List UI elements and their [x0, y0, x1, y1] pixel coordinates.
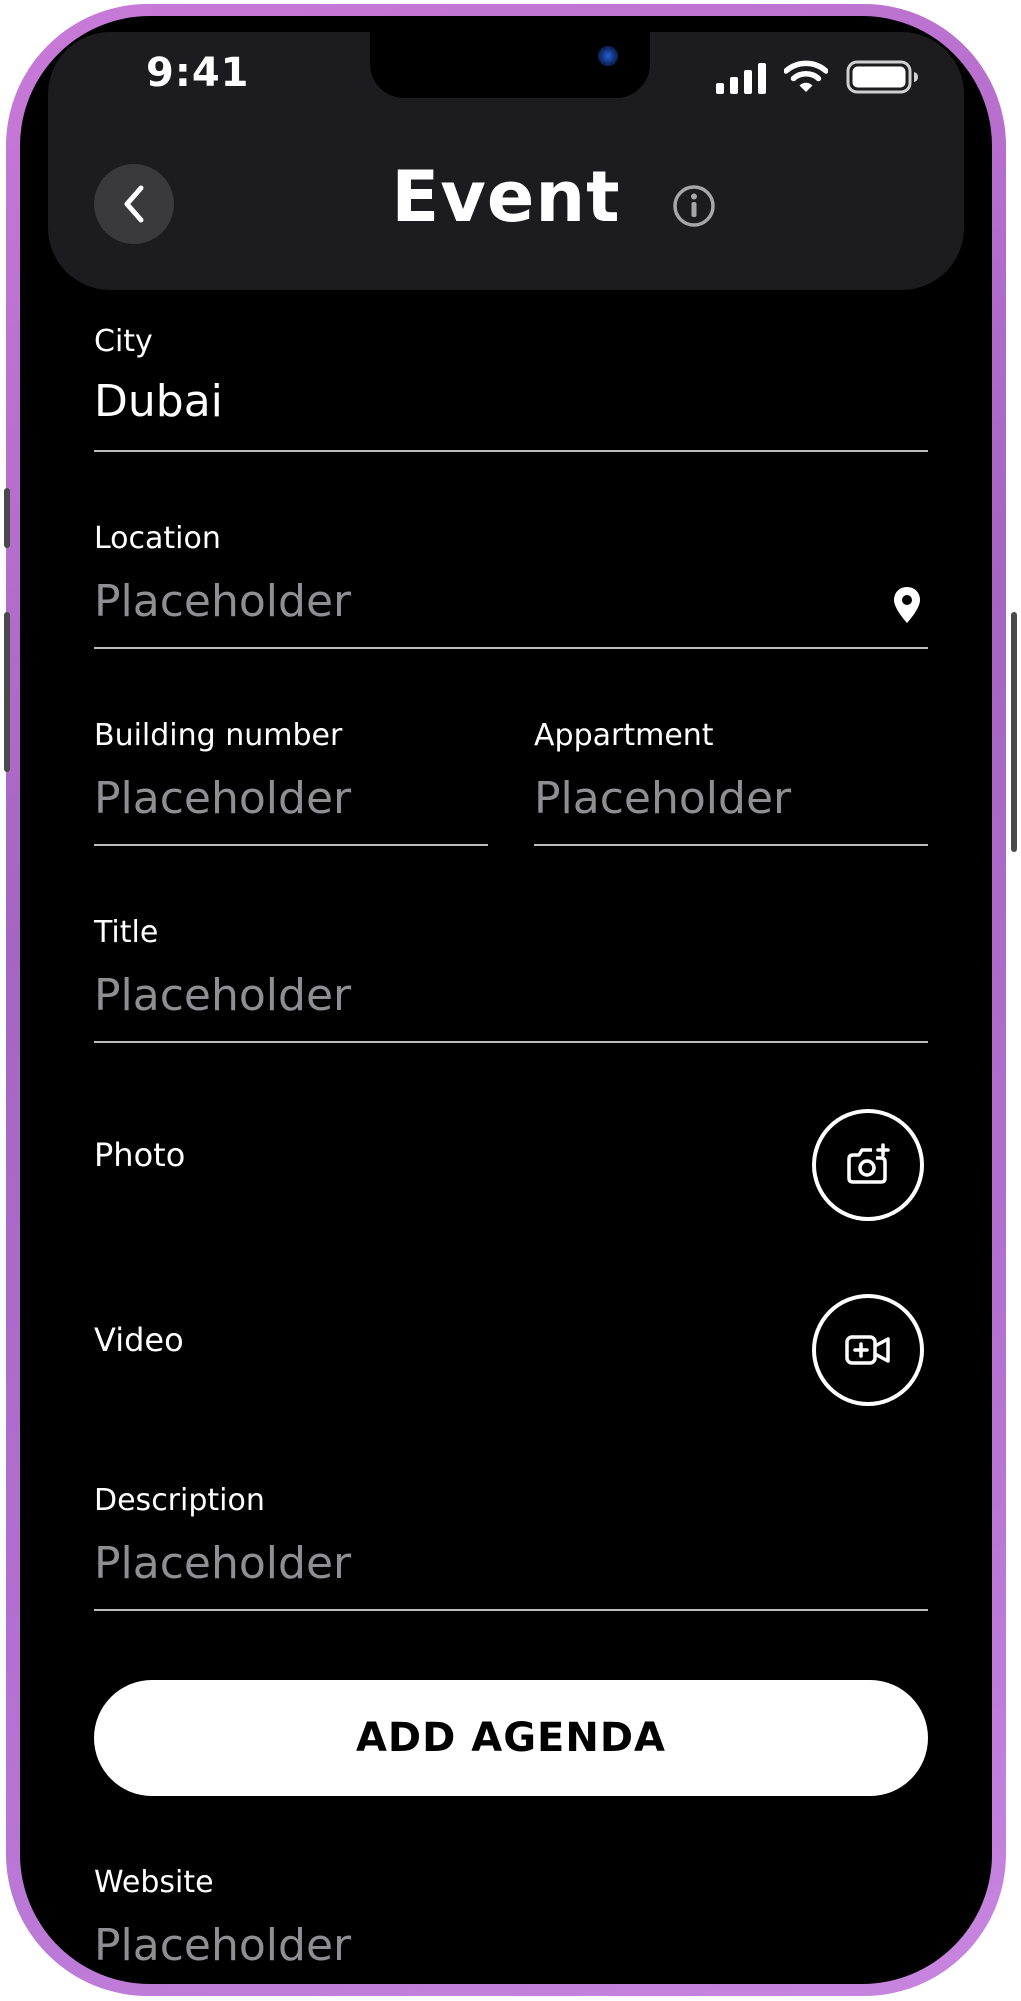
title-input[interactable] — [94, 965, 928, 1025]
front-camera — [598, 46, 618, 66]
info-icon — [673, 185, 715, 227]
description-label: Description — [94, 1483, 265, 1518]
add-video-button[interactable] — [812, 1294, 924, 1406]
side-button-power — [1011, 612, 1017, 852]
city-value[interactable]: Dubai — [94, 376, 223, 427]
status-time: 9:41 — [146, 50, 250, 96]
city-field[interactable]: City Dubai — [94, 324, 928, 452]
add-agenda-button[interactable]: ADD AGENDA — [94, 1680, 928, 1796]
app-screen: 9:41 Event City Dubai Location Placehold… — [20, 16, 992, 1984]
title-field[interactable]: Title — [94, 915, 928, 1043]
location-label: Location — [94, 521, 221, 556]
website-field[interactable]: Website — [94, 1865, 928, 1984]
location-field[interactable]: Location — [94, 521, 928, 649]
building-number-label: Building number — [94, 718, 343, 753]
apartment-field[interactable]: Appartment — [534, 718, 928, 846]
website-label: Website — [94, 1865, 214, 1900]
info-button[interactable] — [672, 184, 716, 228]
status-icons — [716, 60, 920, 94]
location-input[interactable] — [94, 571, 854, 631]
page-title: Event — [391, 156, 621, 238]
add-photo-icon — [847, 1143, 890, 1184]
location-pin-icon[interactable] — [892, 585, 922, 625]
status-bar: 9:41 — [20, 16, 992, 126]
wifi-icon — [784, 60, 828, 92]
side-button-silent — [4, 488, 10, 548]
apartment-input[interactable] — [534, 768, 928, 828]
title-label: Title — [94, 915, 159, 950]
add-video-icon — [845, 1335, 890, 1365]
side-button-volume — [4, 612, 10, 772]
website-input[interactable] — [94, 1915, 928, 1975]
cellular-signal-icon — [716, 62, 766, 94]
building-number-field[interactable]: Building number — [94, 718, 488, 846]
video-label: Video — [94, 1321, 184, 1359]
add-photo-button[interactable] — [812, 1109, 924, 1221]
battery-icon — [846, 60, 918, 94]
photo-label: Photo — [94, 1136, 186, 1174]
description-field[interactable]: Description — [94, 1483, 928, 1611]
building-number-input[interactable] — [94, 768, 488, 828]
apartment-label: Appartment — [534, 718, 714, 753]
city-label: City — [94, 324, 153, 359]
description-input[interactable] — [94, 1533, 928, 1593]
